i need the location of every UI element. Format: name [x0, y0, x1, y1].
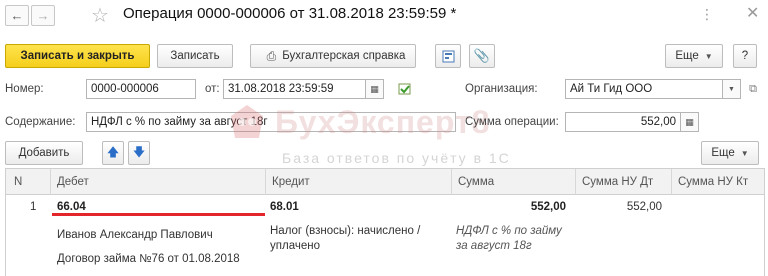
- row-number: 1: [30, 201, 37, 213]
- paperclip-icon: 📎: [473, 48, 491, 63]
- organization-field[interactable]: Ай Ти Гид ООО: [565, 79, 723, 99]
- sum-nu-dt-value[interactable]: 552,00: [574, 201, 662, 213]
- arrow-up-icon: 🡅: [106, 144, 120, 159]
- content-label: Содержание:: [5, 116, 76, 128]
- calculator-button[interactable]: ▦: [681, 112, 699, 132]
- operation-sum-field[interactable]: 552,00: [565, 112, 681, 132]
- column-header-sum-nu-kt[interactable]: Сумма НУ Кт: [671, 169, 764, 195]
- sum-note-line2: за август 18г: [456, 240, 532, 252]
- sum-note-line1: НДФЛ с % по займу: [456, 225, 562, 237]
- add-row-button[interactable]: Добавить: [5, 141, 83, 165]
- more-label: Еще: [675, 50, 699, 62]
- open-link-icon: ⧉: [749, 82, 757, 95]
- chevron-down-icon: ▼: [704, 51, 713, 61]
- debit-subconto-2[interactable]: Договор займа №76 от 01.08.2018: [57, 253, 240, 265]
- column-header-debit[interactable]: Дебет: [50, 169, 265, 195]
- structure-button[interactable]: [435, 44, 461, 68]
- column-header-n[interactable]: N: [6, 169, 50, 195]
- help-button[interactable]: ?: [733, 44, 757, 68]
- printer-icon: ⎙: [266, 48, 277, 63]
- highlight-underline: [52, 213, 265, 216]
- debit-account[interactable]: 66.04: [57, 201, 86, 213]
- column-header-sum-nu-dt[interactable]: Сумма НУ Дт: [575, 169, 671, 195]
- debit-subconto-1[interactable]: Иванов Александр Павлович: [57, 229, 213, 241]
- watermark-subtitle: База ответов по учёту в 1С: [282, 150, 511, 166]
- table-more-button[interactable]: Еще ▼: [701, 141, 759, 165]
- window-title: Операция 0000-000006 от 31.08.2018 23:59…: [123, 5, 457, 22]
- calculator-icon: ▦: [685, 116, 694, 127]
- organization-label: Организация:: [465, 83, 538, 95]
- watermark-title: БухЭксперт8: [275, 104, 491, 140]
- move-down-button[interactable]: 🡇: [128, 141, 150, 165]
- credit-account[interactable]: 68.01: [270, 201, 299, 213]
- save-button[interactable]: Записать: [157, 44, 233, 68]
- number-field[interactable]: 0000-000006: [86, 79, 196, 99]
- column-header-sum[interactable]: Сумма: [451, 169, 575, 195]
- more-button[interactable]: Еще ▼: [665, 44, 723, 68]
- number-label: Номер:: [5, 83, 44, 95]
- sum-value[interactable]: 552,00: [450, 201, 566, 213]
- arrow-right-icon: →: [36, 8, 50, 23]
- save-and-close-button[interactable]: Записать и закрыть: [5, 44, 150, 68]
- operation-sum-label: Сумма операции:: [465, 116, 559, 128]
- move-up-button[interactable]: 🡅: [102, 141, 124, 165]
- organization-dropdown-button[interactable]: ▼: [723, 79, 741, 99]
- back-button[interactable]: ←: [5, 5, 29, 26]
- calendar-button[interactable]: ▦: [366, 79, 384, 99]
- close-icon[interactable]: ✕: [746, 3, 759, 23]
- chevron-down-icon: ▼: [728, 85, 735, 93]
- column-header-credit[interactable]: Кредит: [265, 169, 451, 195]
- table-more-label: Еще: [711, 147, 735, 159]
- forward-button[interactable]: →: [31, 5, 55, 26]
- document-structure-icon: [442, 50, 454, 62]
- favorite-star-icon[interactable]: ☆: [91, 3, 109, 28]
- arrow-left-icon: ←: [10, 8, 24, 23]
- more-dots-icon[interactable]: ⋮: [700, 6, 715, 23]
- credit-subconto-1-line1[interactable]: Налог (взносы): начислено /: [270, 225, 420, 237]
- open-organization-button[interactable]: ⧉: [744, 80, 762, 98]
- date-field[interactable]: 31.08.2018 23:59:59: [223, 79, 366, 99]
- chevron-down-icon: ▼: [740, 148, 749, 158]
- post-status-icon[interactable]: [398, 82, 412, 99]
- arrow-down-icon: 🡇: [132, 144, 146, 159]
- buhexpert-logo-icon: [231, 105, 263, 138]
- accounting-report-button[interactable]: ⎙ Бухгалтерская справка: [250, 44, 416, 68]
- attach-button[interactable]: 📎: [469, 44, 495, 68]
- credit-subconto-1-line2[interactable]: уплачено: [270, 240, 320, 252]
- table-header: N Дебет Кредит Сумма Сумма НУ Дт Сумма Н…: [6, 169, 764, 195]
- date-label: от:: [205, 83, 220, 95]
- accounting-report-label: Бухгалтерская справка: [282, 50, 406, 62]
- calendar-icon: ▦: [370, 83, 379, 94]
